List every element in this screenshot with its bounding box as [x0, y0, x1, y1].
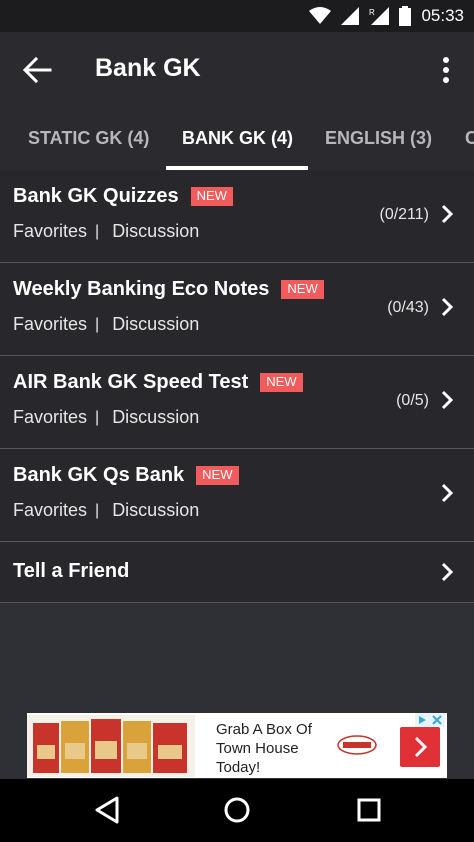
list-item-title: Bank GK Quizzes [13, 185, 179, 207]
progress-count: (0/211) [379, 206, 429, 223]
wifi-icon [309, 7, 332, 24]
chevron-right-icon [414, 736, 428, 758]
new-badge: NEW [260, 373, 303, 392]
signal-icon [341, 7, 360, 25]
nav-back-icon[interactable] [90, 793, 124, 827]
battery-icon [399, 6, 412, 26]
discussion-link[interactable]: Discussion [112, 314, 199, 335]
list-item-title: AIR Bank GK Speed Test [13, 371, 249, 393]
page-title: Bank GK [95, 54, 201, 82]
tab-bank-gk[interactable]: BANK GK (4) [182, 108, 293, 170]
chevron-right-icon [441, 483, 454, 503]
separator: | [95, 408, 100, 426]
discussion-link[interactable]: Discussion [112, 221, 199, 242]
ad-go-button[interactable] [400, 727, 440, 767]
favorites-link[interactable]: Favorites [13, 500, 87, 521]
town-house-logo [337, 735, 377, 755]
new-badge: NEW [281, 280, 324, 299]
tab-partial[interactable]: C [465, 108, 474, 170]
signal-roaming-icon: R [369, 7, 390, 25]
app-bar: Bank GK [0, 32, 474, 108]
progress-count: (0/43) [387, 299, 429, 316]
status-icons: R 05:33 [309, 5, 464, 27]
list-item[interactable]: Bank GK Qs Bank NEW Favorites | Discussi… [0, 449, 474, 542]
tell-a-friend-item[interactable]: Tell a Friend [0, 542, 474, 603]
discussion-link[interactable]: Discussion [112, 407, 199, 428]
list-item-title: Tell a Friend [13, 560, 130, 582]
status-time: 05:33 [421, 6, 464, 25]
section-list: Bank GK Quizzes NEW Favorites | Discussi… [0, 170, 474, 603]
tab-bar: STATIC GK (4) BANK GK (4) ENGLISH (3) C [0, 108, 474, 170]
new-badge: NEW [190, 187, 233, 206]
favorites-link[interactable]: Favorites [13, 407, 87, 428]
separator: | [95, 315, 100, 333]
ad-banner[interactable]: Grab A Box Of Town House Today! [27, 713, 447, 778]
discussion-link[interactable]: Discussion [112, 500, 199, 521]
nav-home-icon[interactable] [220, 793, 254, 827]
tab-english[interactable]: ENGLISH (3) [325, 108, 432, 170]
svg-text:R: R [369, 8, 375, 17]
favorites-link[interactable]: Favorites [13, 314, 87, 335]
product-image [27, 715, 195, 777]
separator: | [95, 222, 100, 240]
ad-text: Grab A Box Of Town House Today! [216, 721, 312, 776]
list-item[interactable]: Weekly Banking Eco Notes NEW Favorites |… [0, 263, 474, 356]
chevron-right-icon [441, 204, 454, 224]
ad-choices-icon[interactable] [415, 713, 445, 727]
list-item-title: Bank GK Qs Bank [13, 464, 185, 486]
separator: | [95, 501, 100, 519]
system-nav-bar [0, 779, 474, 842]
chevron-right-icon [441, 297, 454, 317]
nav-recents-icon[interactable] [352, 793, 386, 827]
favorites-link[interactable]: Favorites [13, 221, 87, 242]
status-bar: R 05:33 [0, 0, 474, 32]
chevron-right-icon [441, 562, 454, 582]
new-badge: NEW [196, 466, 239, 485]
list-item[interactable]: AIR Bank GK Speed Test NEW Favorites | D… [0, 356, 474, 449]
list-item[interactable]: Bank GK Quizzes NEW Favorites | Discussi… [0, 170, 474, 263]
list-item-title: Weekly Banking Eco Notes [13, 278, 270, 300]
progress-count: (0/5) [396, 392, 429, 409]
more-options-icon[interactable] [436, 54, 456, 86]
chevron-right-icon [441, 390, 454, 410]
back-arrow-icon[interactable] [22, 56, 52, 84]
tab-static-gk[interactable]: STATIC GK (4) [28, 108, 149, 170]
